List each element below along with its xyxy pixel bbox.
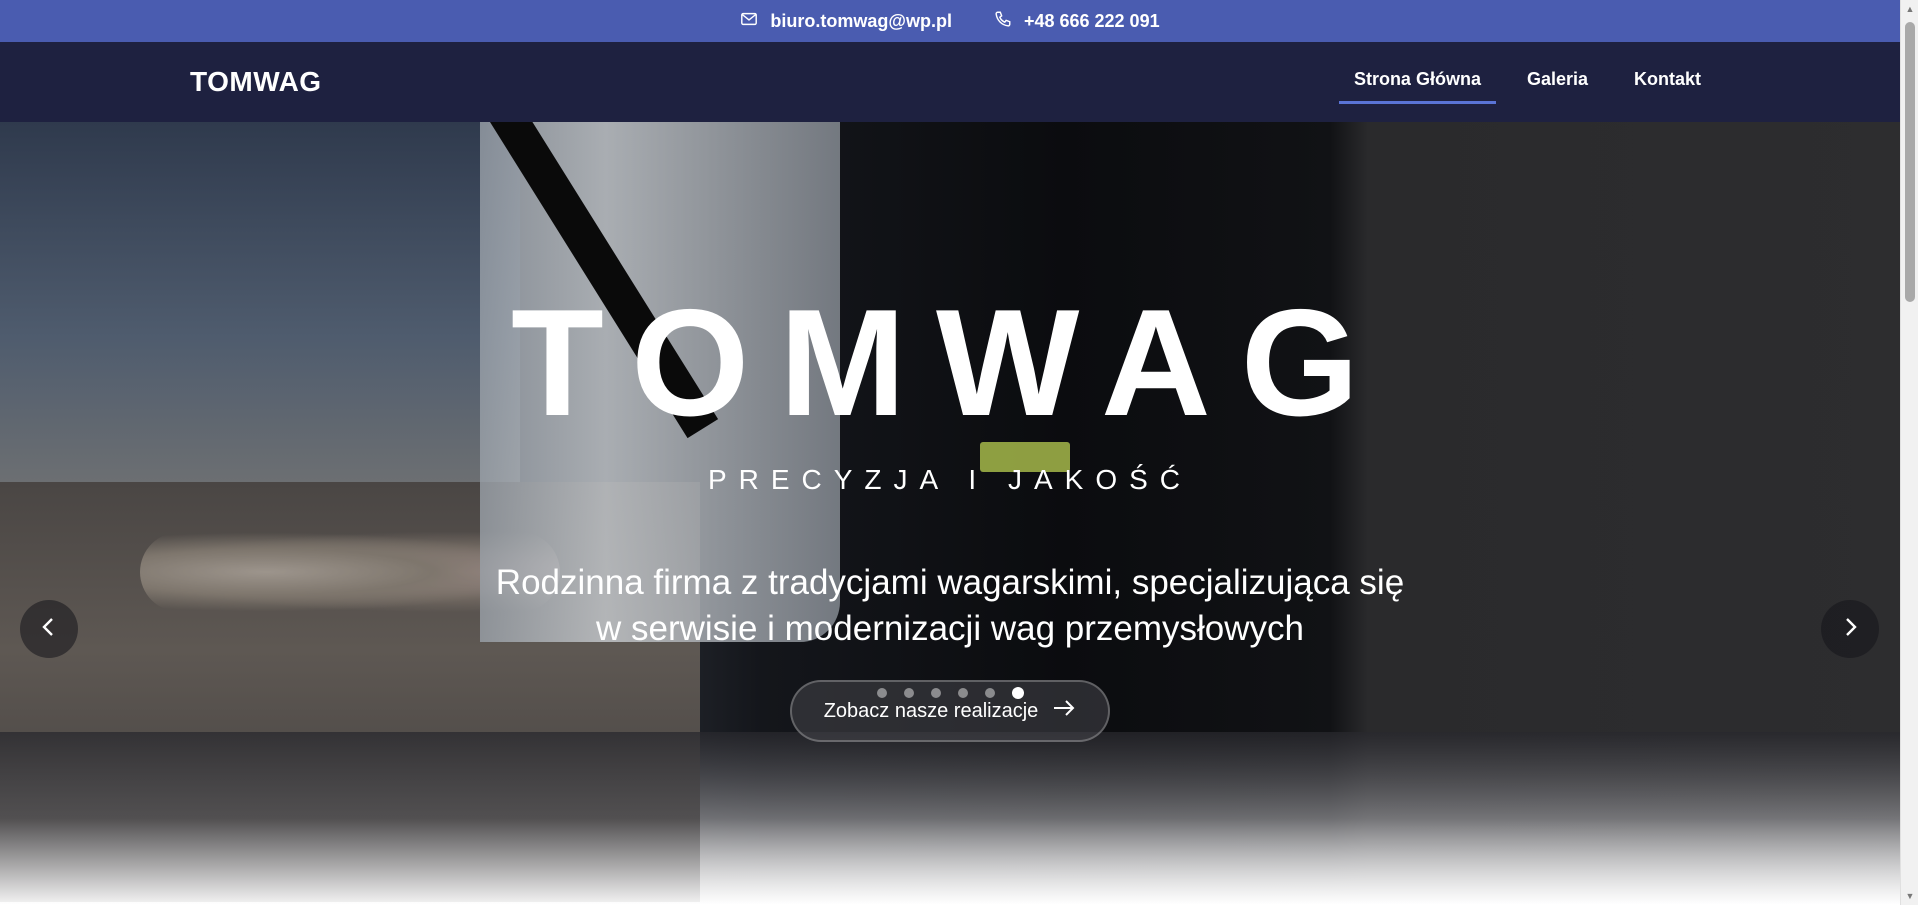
hero-description: Rodzinna firma z tradycjami wagarskimi, … <box>0 560 1900 652</box>
chevron-right-icon <box>1839 616 1861 643</box>
slide-dot-3[interactable] <box>931 688 941 698</box>
slide-dot-1[interactable] <box>877 688 887 698</box>
hero-description-line-2: w serwisie i modernizacji wag przemysłow… <box>596 609 1304 648</box>
slide-dot-6[interactable] <box>1012 687 1024 699</box>
nav-link-gallery[interactable]: Galeria <box>1512 61 1603 104</box>
cta-label: Zobacz nasze realizacje <box>823 699 1039 722</box>
page-scrollbar[interactable]: ▲ ▼ <box>1900 0 1918 905</box>
hero-description-line-1: Rodzinna firma z tradycjami wagarskimi, … <box>495 563 1405 602</box>
previous-slide-button[interactable] <box>20 600 78 658</box>
main-navbar: TOMWAG Strona Główna Galeria Kontakt <box>0 42 1900 122</box>
next-slide-button[interactable] <box>1821 600 1879 658</box>
email-link[interactable]: biuro.tomwag@wp.pl <box>740 10 952 33</box>
hero-slider: TOMWAG PRECYZJA I JAKOŚĆ Rodzinna firma … <box>0 122 1900 905</box>
slide-dot-5[interactable] <box>985 688 995 698</box>
phone-icon <box>994 10 1012 33</box>
nav-links: Strona Główna Galeria Kontakt <box>1338 42 1716 122</box>
nav-link-home[interactable]: Strona Główna <box>1338 61 1496 104</box>
mail-icon <box>740 10 758 33</box>
contact-topbar: biuro.tomwag@wp.pl +48 666 222 091 <box>0 0 1900 42</box>
slide-dot-4[interactable] <box>958 688 968 698</box>
hero-bottom-fade <box>0 732 1900 905</box>
email-text: biuro.tomwag@wp.pl <box>770 10 952 31</box>
phone-text: +48 666 222 091 <box>1023 10 1160 31</box>
scroll-up-icon[interactable]: ▲ <box>1901 0 1918 18</box>
hero-subtitle: PRECYZJA I JAKOŚĆ <box>707 464 1193 495</box>
scrollbar-thumb[interactable] <box>1905 22 1915 302</box>
site-logo[interactable]: TOMWAG <box>190 66 322 98</box>
hero-title: TOMWAG <box>510 278 1390 448</box>
scroll-down-icon[interactable]: ▼ <box>1901 887 1918 905</box>
slide-dot-2[interactable] <box>904 688 914 698</box>
slide-indicators <box>877 687 1024 699</box>
chevron-left-icon <box>38 616 60 643</box>
nav-link-contact[interactable]: Kontakt <box>1619 61 1716 104</box>
arrow-right-icon <box>1052 698 1076 724</box>
phone-link[interactable]: +48 666 222 091 <box>994 10 1160 33</box>
